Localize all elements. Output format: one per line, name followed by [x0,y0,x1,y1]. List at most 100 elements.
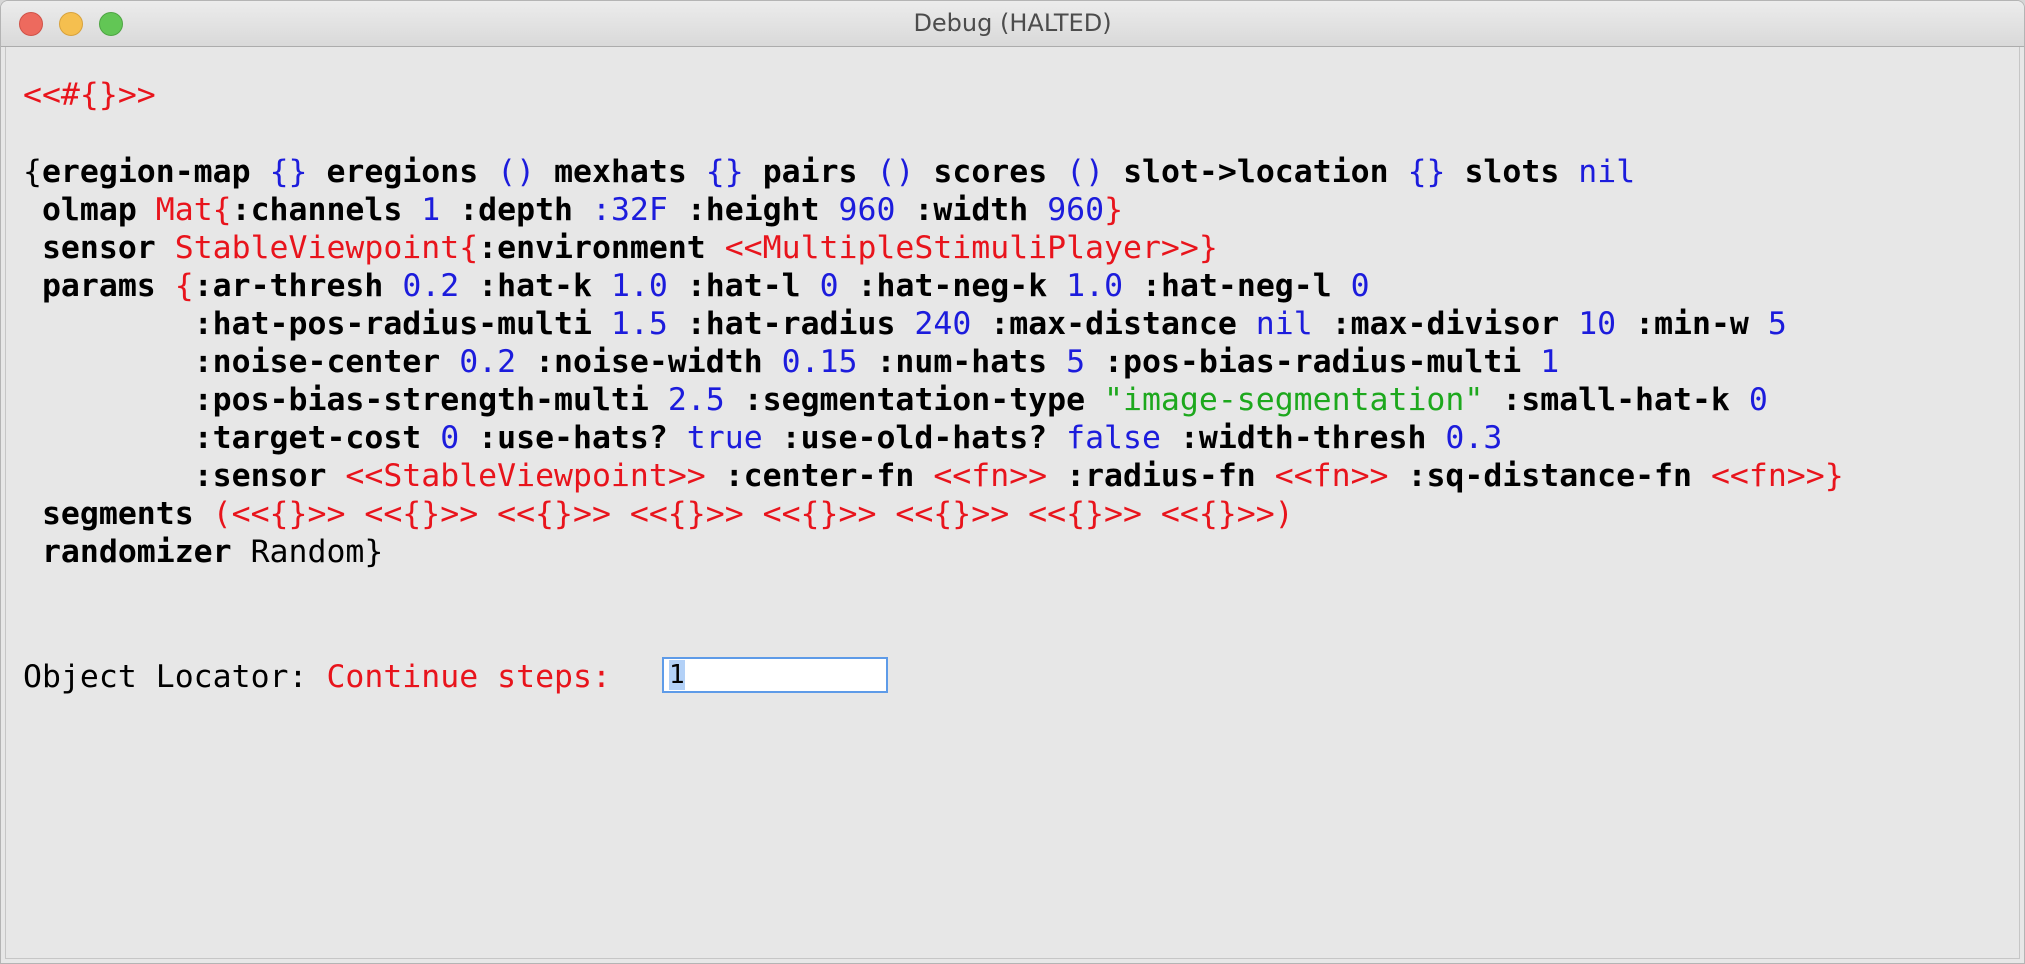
repl-token: 0.2 [459,344,517,380]
repl-token: Random [250,534,365,570]
repl-token: :radius-fn [1066,458,1256,494]
repl-token: :width [914,192,1029,228]
repl-token [1047,344,1066,380]
repl-token [1047,154,1066,190]
repl-token [194,496,213,532]
repl-token: <<StableViewpoint>> [345,458,706,494]
repl-token [1256,458,1275,494]
repl-token [1104,154,1123,190]
repl-token: :height [686,192,820,228]
repl-token [23,344,194,380]
repl-token: () [876,154,915,190]
repl-token [1085,382,1104,418]
repl-token: pairs [762,154,858,190]
continue-steps-label: Continue steps: [326,659,630,695]
repl-token [516,344,535,380]
repl-token: :hat-neg-l [1142,268,1332,304]
repl-token: 1.0 [1066,268,1124,304]
repl-token [232,534,251,570]
repl-token [687,154,706,190]
repl-token [1047,268,1066,304]
title-bar[interactable]: Debug (HALTED) [1,1,2024,47]
repl-token: :channels [231,192,403,228]
prompt-row: Object Locator: Continue steps: [23,657,630,697]
repl-token [383,268,402,304]
repl-token: :max-divisor [1331,306,1560,342]
repl-token: () [1066,154,1105,190]
repl-line: olmap Mat{:channels 1 :depth :32F :heigh… [23,192,1123,228]
repl-line: :hat-pos-radius-multi 1.5 :hat-radius 24… [23,306,1787,342]
repl-token [1730,382,1749,418]
continue-steps-input[interactable] [662,657,888,693]
repl-token [895,192,914,228]
repl-token: 0 [1350,268,1370,304]
repl-token [895,306,914,342]
repl-token: "image-segmentation" [1104,382,1484,418]
repl-token: true [686,420,763,456]
repl-header: <<#{}>> [23,77,156,113]
repl-token: params [41,268,156,304]
repl-line: :target-cost 0 :use-hats? true :use-old-… [23,420,1503,456]
repl-token [478,154,497,190]
repl-line: params {:ar-thresh 0.2 :hat-k 1.0 :hat-l… [23,268,1370,304]
repl-token: { [23,154,42,190]
repl-token: {} [1407,154,1446,190]
repl-token: (<<{}>> <<{}>> <<{}>> <<{}>> <<{}>> <<{}… [212,496,1294,532]
repl-line: segments (<<{}>> <<{}>> <<{}>> <<{}>> <<… [23,496,1294,532]
repl-token: :hat-l [686,268,801,304]
repl-line: :noise-center 0.2 :noise-width 0.15 :num… [23,344,1560,380]
repl-token: { [174,268,194,304]
repl-token [156,268,175,304]
repl-token [1237,306,1256,342]
repl-token: :hat-k [478,268,592,304]
repl-token: scores [933,154,1048,190]
repl-token: :max-distance [990,306,1237,342]
repl-token: :num-hats [876,344,1048,380]
repl-token [1521,344,1540,380]
repl-token [668,420,687,456]
repl-token: 0 [1748,382,1768,418]
repl-token: :sq-distance-fn [1407,458,1692,494]
repl-token: 0.15 [781,344,858,380]
repl-token: slots [1464,154,1560,190]
repl-token [668,268,687,304]
repl-line: :sensor <<StableViewpoint>> :center-fn <… [23,458,1844,494]
repl-token: <<MultipleStimuliPlayer>> [724,230,1199,266]
repl-token: eregion-map [41,154,251,190]
repl-token: :target-cost [193,420,422,456]
repl-token: 5 [1767,306,1787,342]
repl-token: slot->location [1123,154,1389,190]
repl-token [763,344,782,380]
repl-output-area: <<#{}>> {eregion-map {} eregions () mexh… [5,47,2020,959]
repl-token [459,268,478,304]
repl-token: 960 [1047,192,1105,228]
repl-token: :use-old-hats? [781,420,1048,456]
repl-token [1483,382,1502,418]
repl-token [326,458,345,494]
repl-token: 0 [819,268,839,304]
repl-token: eregions [326,154,479,190]
repl-token [1426,420,1445,456]
repl-token [839,268,858,304]
repl-token: StableViewpoint{ [174,230,479,266]
repl-token [971,306,990,342]
repl-token: <<fn>> [1274,458,1389,494]
repl-token: mexhats [554,154,687,190]
repl-token: :hat-pos-radius-multi [193,306,592,342]
repl-token [23,230,42,266]
repl-token [1085,344,1104,380]
repl-token [156,230,175,266]
repl-token [1559,154,1578,190]
repl-token: 1 [1540,344,1560,380]
repl-token: 960 [838,192,896,228]
repl-token: } [1198,230,1218,266]
repl-token: :32F [591,192,668,228]
repl-token: randomizer [41,534,232,570]
repl-token [1616,306,1635,342]
repl-token [23,496,42,532]
repl-token [23,306,194,342]
repl-token [1332,268,1351,304]
repl-token [1749,306,1768,342]
repl-token: :pos-bias-strength-multi [193,382,649,418]
repl-token: 0 [440,420,460,456]
